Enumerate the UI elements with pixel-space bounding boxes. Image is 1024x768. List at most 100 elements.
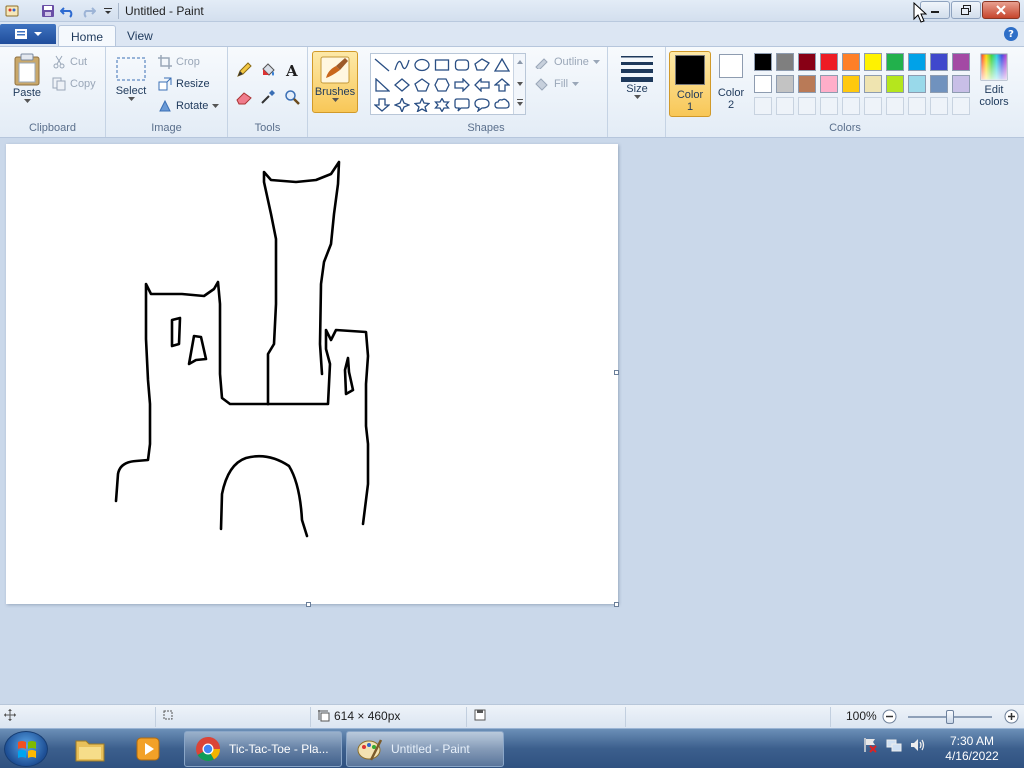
palette-swatch[interactable] [886, 53, 904, 71]
volume-icon[interactable] [910, 737, 926, 753]
color-picker-icon[interactable] [257, 86, 278, 107]
canvas-workspace[interactable] [0, 138, 1024, 704]
select-button[interactable]: Select [114, 55, 148, 102]
help-icon[interactable]: ? [1004, 27, 1018, 41]
close-button[interactable] [982, 1, 1020, 19]
copy-button[interactable]: Copy [52, 77, 96, 91]
custom-color-slot[interactable] [886, 97, 904, 115]
palette-swatch[interactable] [754, 75, 772, 93]
oval-shape-icon[interactable] [412, 55, 432, 74]
outline-button[interactable]: Outline [534, 55, 600, 69]
cut-button[interactable]: Cut [52, 55, 87, 69]
paint-app-icon[interactable] [4, 3, 20, 19]
pentagon-shape-icon[interactable] [412, 75, 432, 94]
hexagon-shape-icon[interactable] [432, 75, 452, 94]
edit-colors-button[interactable]: Edit colors [972, 53, 1016, 108]
polygon-shape-icon[interactable] [472, 55, 492, 74]
custom-color-slot[interactable] [952, 97, 970, 115]
resize-handle-bottom[interactable] [306, 602, 311, 607]
redo-icon[interactable] [80, 3, 96, 19]
paint-menu-button[interactable] [0, 24, 56, 44]
start-button[interactable] [4, 731, 48, 767]
resize-handle-right[interactable] [614, 370, 619, 375]
save-icon[interactable] [40, 3, 56, 19]
pencil-icon[interactable] [233, 59, 254, 80]
zoom-in-button[interactable] [1004, 709, 1019, 724]
rotate-button[interactable]: Rotate [158, 99, 220, 113]
taskbar-chrome-window[interactable]: Tic-Tac-Toe - Pla... [184, 731, 342, 767]
custom-color-slot[interactable] [798, 97, 816, 115]
paste-button[interactable]: Paste [8, 53, 46, 104]
taskbar-paint-window[interactable]: Untitled - Paint [346, 731, 504, 767]
size-button[interactable]: Size [618, 53, 656, 100]
oval-callout-shape-icon[interactable] [472, 95, 492, 114]
undo-icon[interactable] [60, 3, 76, 19]
customize-toolbar-icon[interactable] [100, 3, 116, 19]
palette-swatch[interactable] [930, 75, 948, 93]
palette-swatch[interactable] [908, 75, 926, 93]
palette-swatch[interactable] [842, 75, 860, 93]
color-1-button[interactable]: Color 1 [669, 51, 711, 117]
zoom-out-button[interactable] [882, 709, 897, 724]
palette-swatch[interactable] [776, 53, 794, 71]
eraser-icon[interactable] [233, 86, 254, 107]
palette-swatch[interactable] [754, 53, 772, 71]
fill-bucket-icon[interactable] [257, 59, 278, 80]
line-shape-icon[interactable] [372, 55, 392, 74]
six-point-star-shape-icon[interactable] [432, 95, 452, 114]
palette-swatch[interactable] [798, 75, 816, 93]
up-arrow-shape-icon[interactable] [492, 75, 512, 94]
palette-swatch[interactable] [886, 75, 904, 93]
custom-color-slot[interactable] [908, 97, 926, 115]
right-triangle-shape-icon[interactable] [372, 75, 392, 94]
diamond-shape-icon[interactable] [392, 75, 412, 94]
palette-swatch[interactable] [776, 75, 794, 93]
palette-swatch[interactable] [952, 53, 970, 71]
triangle-shape-icon[interactable] [492, 55, 512, 74]
palette-swatch[interactable] [952, 75, 970, 93]
custom-color-slot[interactable] [820, 97, 838, 115]
palette-swatch[interactable] [820, 75, 838, 93]
file-explorer-icon[interactable] [64, 732, 116, 766]
action-center-flag-icon[interactable] [862, 737, 878, 753]
palette-swatch[interactable] [864, 53, 882, 71]
left-arrow-shape-icon[interactable] [472, 75, 492, 94]
palette-swatch[interactable] [820, 53, 838, 71]
right-arrow-shape-icon[interactable] [452, 75, 472, 94]
magnifier-icon[interactable] [281, 86, 302, 107]
palette-swatch[interactable] [930, 53, 948, 71]
curve-shape-icon[interactable] [392, 55, 412, 74]
resize-button[interactable]: Resize [158, 77, 210, 91]
rectangle-shape-icon[interactable] [432, 55, 452, 74]
resize-handle-corner[interactable] [614, 602, 619, 607]
text-tool-icon[interactable]: A [281, 59, 302, 80]
palette-swatch[interactable] [864, 75, 882, 93]
drawing-canvas[interactable] [6, 144, 618, 604]
tab-home[interactable]: Home [58, 25, 117, 46]
rounded-callout-shape-icon[interactable] [452, 95, 472, 114]
color-2-button[interactable]: Color 2 [712, 54, 750, 111]
restore-button[interactable] [951, 1, 981, 19]
rounded-rectangle-shape-icon[interactable] [452, 55, 472, 74]
brushes-button[interactable]: Brushes [312, 51, 358, 113]
cloud-callout-shape-icon[interactable] [492, 95, 512, 114]
palette-swatch[interactable] [908, 53, 926, 71]
custom-color-slot[interactable] [754, 97, 772, 115]
custom-color-slot[interactable] [864, 97, 882, 115]
network-icon[interactable] [886, 737, 902, 753]
tab-view[interactable]: View [115, 25, 165, 46]
system-clock[interactable]: 7:30 AM 4/16/2022 [932, 734, 1012, 764]
crop-button[interactable]: Crop [158, 55, 200, 69]
four-point-star-shape-icon[interactable] [392, 95, 412, 114]
shapes-scrollbar[interactable] [513, 54, 525, 114]
palette-swatch[interactable] [842, 53, 860, 71]
five-point-star-shape-icon[interactable] [412, 95, 432, 114]
fill-button[interactable]: Fill [534, 77, 580, 91]
custom-color-slot[interactable] [776, 97, 794, 115]
zoom-slider-thumb[interactable] [946, 710, 954, 724]
media-player-icon[interactable] [122, 732, 174, 766]
custom-color-slot[interactable] [842, 97, 860, 115]
palette-swatch[interactable] [798, 53, 816, 71]
down-arrow-shape-icon[interactable] [372, 95, 392, 114]
custom-color-slot[interactable] [930, 97, 948, 115]
